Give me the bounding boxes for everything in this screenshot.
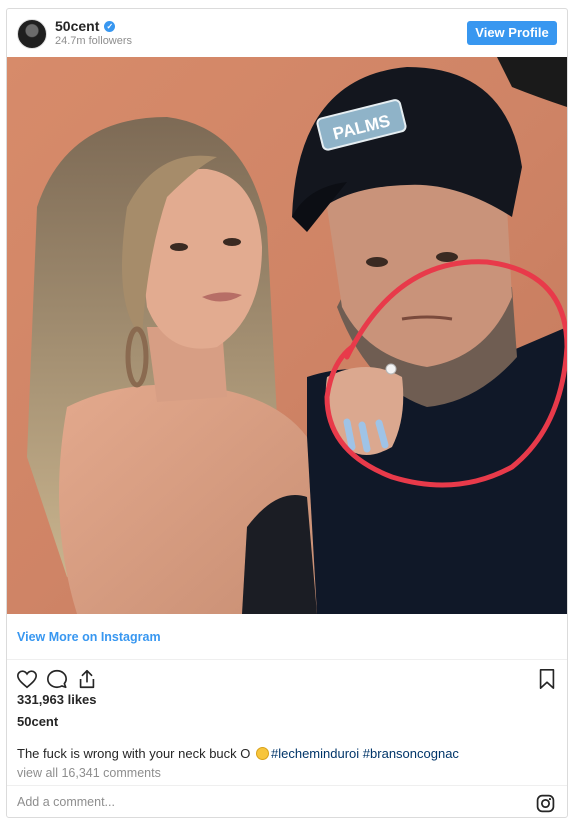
instagram-embed-card: 50cent ✓ 24.7m followers View Profile PA… (6, 8, 568, 818)
worried-face-emoji-icon (256, 747, 269, 760)
verified-badge-icon: ✓ (104, 20, 116, 32)
follower-count: 24.7m followers (55, 35, 133, 47)
caption-text: The fuck is wrong with your neck buck O (17, 746, 251, 761)
speech-bubble-icon[interactable] (46, 668, 68, 690)
post-header: 50cent ✓ 24.7m followers View Profile (7, 9, 567, 57)
share-upload-icon[interactable] (76, 668, 98, 690)
comment-input[interactable] (17, 795, 497, 809)
bookmark-icon[interactable] (536, 668, 558, 690)
caption: The fuck is wrong with your neck buck O … (17, 746, 459, 761)
action-bar (7, 660, 567, 690)
instagram-glyph-icon[interactable] (536, 794, 555, 813)
hashtag-link[interactable]: #bransoncognac (363, 746, 459, 761)
hashtag-link[interactable]: #lecheminduroi (271, 746, 359, 761)
likes-count[interactable]: 331,963 likes (17, 692, 97, 707)
view-all-comments-link[interactable]: view all 16,341 comments (17, 766, 161, 780)
comment-row (7, 785, 567, 817)
view-more-link[interactable]: View More on Instagram (17, 630, 161, 644)
username-row: 50cent ✓ (55, 18, 116, 34)
heart-outline-icon[interactable] (16, 668, 38, 690)
username-link[interactable]: 50cent (55, 18, 99, 34)
view-profile-button[interactable]: View Profile (467, 21, 557, 45)
post-photo[interactable]: PALMS (7, 57, 567, 614)
caption-owner[interactable]: 50cent (17, 714, 58, 729)
avatar[interactable] (17, 19, 47, 49)
view-more-row: View More on Instagram (7, 614, 567, 660)
post-photo-image: PALMS (7, 57, 567, 614)
